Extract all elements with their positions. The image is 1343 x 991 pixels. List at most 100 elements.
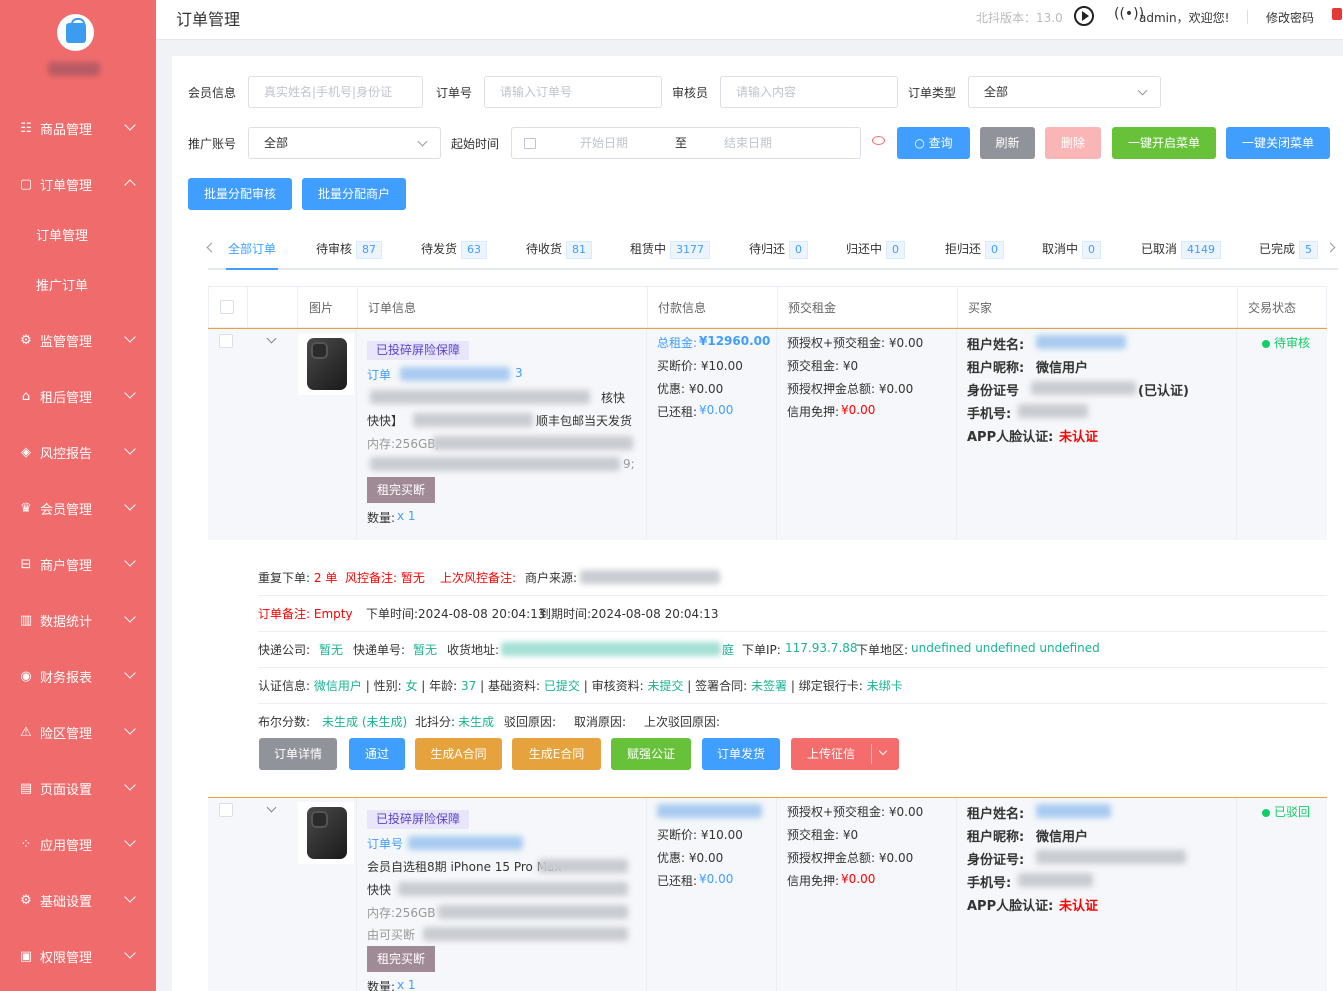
sidebar-item-label: 会员管理 (40, 502, 93, 518)
sidebar-item[interactable]: ⁘ 应用管理 (0, 816, 156, 872)
close-menu-button[interactable]: 一键关闭菜单 (1226, 127, 1330, 159)
expire-time: 到期时间:2024-08-08 20:04:13 (539, 607, 719, 621)
phone-thumbnail (307, 338, 347, 390)
chevron-down-icon[interactable] (266, 333, 277, 344)
status-tab[interactable]: 租赁中 3177 (630, 240, 711, 259)
sidebar-item-label: 监管管理 (40, 334, 93, 350)
order-no-prefix[interactable]: 订单 (367, 366, 391, 383)
title-tail: 核快 (601, 391, 626, 405)
chevron-down-icon (124, 555, 136, 567)
sidebar-item[interactable]: ▥ 数据统计 (0, 592, 156, 648)
sidebar-item[interactable]: ◈ 风控报告 (0, 424, 156, 480)
sidebar-item[interactable]: ⚙ 基础设置 (0, 872, 156, 928)
apps-icon: ⁘ (20, 836, 32, 852)
status-tab[interactable]: 已完成 5 (1259, 240, 1319, 259)
notary-button[interactable]: 赋强公证 (611, 738, 691, 770)
gen-contract-e-button[interactable]: 生成E合同 (512, 738, 601, 770)
approve-button[interactable]: 通过 (349, 738, 405, 770)
tab-count-badge: 0 (789, 241, 809, 259)
row-checkbox[interactable] (219, 334, 233, 348)
chevron-down-icon (124, 331, 136, 343)
column-divider (956, 798, 957, 991)
row-checkbox[interactable] (219, 803, 233, 817)
sidebar-item[interactable]: ▣ 权限管理 (0, 928, 156, 984)
sidebar-item[interactable]: ☷ 商品管理 (0, 100, 156, 156)
status-tab[interactable]: 归还中 0 (846, 240, 906, 259)
delete-button[interactable]: 删除 (1045, 127, 1101, 159)
select-all-checkbox[interactable] (220, 300, 234, 314)
order-no-input[interactable]: 请输入订单号 (484, 76, 662, 108)
chevron-down-icon (124, 779, 136, 791)
reviewer-input[interactable]: 请输入内容 (720, 76, 898, 108)
qty-label: 数量: (367, 980, 396, 991)
ip-value: 117.93.7.88 (785, 641, 858, 655)
promo-select[interactable]: 全部 (248, 127, 441, 159)
batch-merchant-button[interactable]: 批量分配商户 (302, 178, 406, 210)
order-no-prefix[interactable]: 订单号 (367, 835, 403, 852)
risk-value: 暂无 (400, 571, 425, 585)
submenu-item[interactable]: 订单管理 (0, 212, 156, 262)
spec-blurred (433, 436, 633, 450)
status-tab[interactable]: 全部订单 (228, 240, 276, 257)
column-divider (647, 287, 648, 329)
sidebar-item[interactable]: ♛ 会员管理 (0, 480, 156, 536)
status-tab[interactable]: 待发货 63 (421, 240, 488, 259)
status-tab[interactable]: 待归还 0 (749, 240, 809, 259)
batch-reviewer-button[interactable]: 批量分配审核 (188, 178, 292, 210)
chevron-left-icon[interactable] (206, 242, 217, 253)
eye-off-icon[interactable] (872, 136, 885, 145)
buyout-button[interactable]: 租完买断 (367, 477, 436, 503)
status-tab[interactable]: 待审核 87 (316, 240, 383, 259)
discount: 优惠: ¥0.00 (657, 851, 724, 865)
buyout-button[interactable]: 租完买断 (367, 946, 436, 972)
chevron-down-icon (124, 119, 136, 131)
date-range-picker[interactable]: 开始日期 至 结束日期 (511, 127, 861, 159)
ship-order-button[interactable]: 订单发货 (702, 738, 780, 770)
status-tab[interactable]: 已取消 4149 (1141, 240, 1222, 259)
status-tab[interactable]: 取消中 0 (1042, 240, 1102, 259)
review-label: | 审核资料: (583, 679, 644, 693)
sidebar-item[interactable]: ⚙ 监管管理 (0, 312, 156, 368)
chevron-up-icon (124, 179, 136, 191)
status-tab[interactable]: 待收货 81 (526, 240, 593, 259)
order-type-select[interactable]: 全部 (968, 76, 1161, 108)
phone-thumbnail (307, 807, 347, 859)
status-dot (1262, 339, 1270, 348)
play-icon[interactable] (1074, 6, 1094, 26)
basic-label: | 基础资料: (480, 679, 541, 693)
chevron-down-icon[interactable] (878, 746, 888, 756)
sidebar-item[interactable]: ⌂ 租后管理 (0, 368, 156, 424)
status-tabs: 全部订单 待审核 87 待发货 63 待收货 81 租赁中 3177 待归还 0 归还中 0 拒归还 0 取消… (206, 234, 1338, 270)
credit-free-label: 信用免押: (787, 874, 840, 888)
sidebar-item[interactable]: ◉ 财务报表 (0, 648, 156, 704)
order-type-label: 订单类型 (908, 86, 957, 100)
lock-icon[interactable] (1332, 8, 1342, 20)
product-image[interactable] (298, 333, 354, 395)
refresh-button[interactable]: 刷新 (980, 127, 1035, 159)
product-image[interactable] (298, 802, 354, 864)
gen-contract-a-button[interactable]: 生成A合同 (415, 738, 502, 770)
sidebar-item[interactable]: ⚠ 险区管理 (0, 704, 156, 760)
sidebar-item[interactable]: ▢ 订单管理 (0, 156, 156, 212)
renter-nick-label: 租户昵称: (967, 830, 1025, 845)
status-tab[interactable]: 拒归还 0 (945, 240, 1005, 259)
th-payment: 付款信息 (658, 301, 707, 315)
upload-credit-button[interactable]: 上传征信 (791, 738, 899, 770)
member-search-input[interactable]: 真实姓名|手机号|身份证 (248, 76, 423, 108)
chevron-down-icon[interactable] (266, 802, 277, 813)
chevron-down-icon (124, 723, 136, 735)
repaid-label: 已还租: (657, 405, 698, 419)
column-divider (777, 287, 778, 329)
sidebar-item-label: 订单管理 (40, 178, 93, 194)
detail-divider (258, 667, 1327, 668)
order-detail-button[interactable]: 订单详情 (259, 738, 337, 770)
query-button[interactable]: ○ 查询 (897, 127, 970, 159)
tab-label: 全部订单 (228, 242, 277, 256)
change-password-link[interactable]: 修改密码 (1266, 9, 1314, 26)
chevron-right-icon[interactable] (1325, 242, 1336, 253)
open-menu-button[interactable]: 一键开启菜单 (1112, 127, 1216, 159)
sidebar-item[interactable]: ▤ 页面设置 (0, 760, 156, 816)
sidebar-item[interactable]: ⊟ 商户管理 (0, 536, 156, 592)
submenu-item[interactable]: 推广订单 (0, 262, 156, 312)
promo-label: 推广账号 (188, 137, 237, 151)
